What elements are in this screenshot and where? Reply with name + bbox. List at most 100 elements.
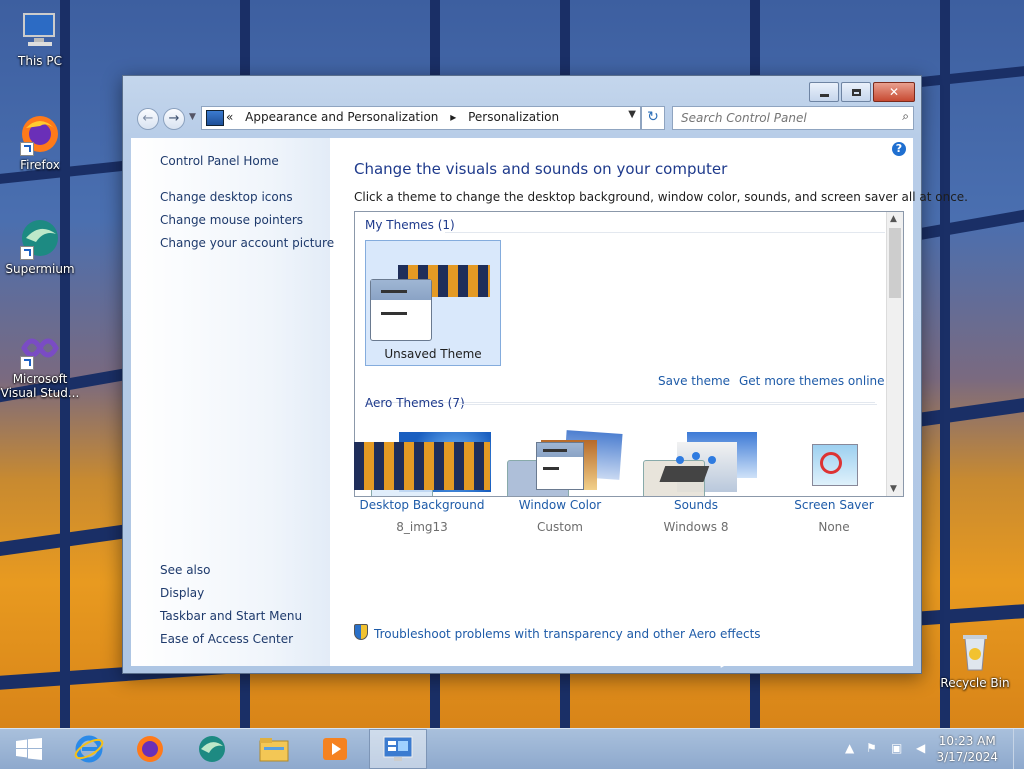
desktop-icon-recycle-bin[interactable]: Recycle Bin (935, 630, 1015, 690)
media-player-icon (323, 738, 347, 760)
breadcrumb-overflow[interactable]: « (226, 110, 233, 124)
shortcut-arrow-icon (20, 246, 34, 260)
refresh-button[interactable]: ↻ (641, 106, 665, 130)
action-center-flag-icon[interactable]: ⚑ (866, 741, 877, 755)
theme-name: Unsaved Theme (384, 347, 482, 361)
taskbar-start-menu-link[interactable]: Taskbar and Start Menu (160, 609, 302, 623)
recent-pages-dropdown[interactable]: ▼ (189, 112, 196, 122)
setting-value: None (818, 520, 850, 534)
control-panel-icon (206, 110, 224, 126)
change-mouse-pointers-link[interactable]: Change mouse pointers (160, 213, 303, 227)
setting-name: Desktop Background (359, 498, 485, 512)
get-more-themes-link[interactable]: Get more themes online (739, 374, 885, 388)
search-input[interactable] (679, 110, 883, 126)
windows-logo-icon (16, 738, 42, 760)
see-also-heading: See also (160, 563, 211, 577)
maximize-icon (851, 88, 861, 96)
setting-name: Sounds (673, 498, 719, 512)
group-divider (459, 404, 877, 405)
breadcrumb-separator-icon[interactable]: ▸ (450, 110, 456, 124)
desktop-background-thumbnail (354, 442, 490, 490)
address-dropdown-icon[interactable]: ▼ (628, 109, 636, 120)
recycle-bin-icon (953, 630, 997, 674)
window-client-area: Control Panel Home Change desktop icons … (131, 138, 968, 666)
refresh-icon: ↻ (647, 109, 659, 125)
search-box: ⌕ (672, 106, 914, 130)
supermium-icon (199, 736, 225, 762)
screen-saver-setting[interactable]: Screen Saver None (764, 442, 904, 534)
desktop-icon-label: Supermium (5, 262, 75, 276)
taskbar: ▲ ⚑ ▣ ◀ 10:23 AM 3/17/2024 (0, 728, 1024, 769)
chevron-down-icon: ▼ (189, 112, 196, 122)
minimize-button[interactable] (809, 82, 839, 102)
breadcrumb-appearance[interactable]: Appearance and Personalization (245, 110, 438, 124)
desktop-icon-supermium[interactable]: Supermium (0, 216, 80, 276)
start-button[interactable] (0, 729, 58, 769)
desktop-icon-label: Microsoft Visual Stud... (0, 372, 80, 400)
change-desktop-icons-link[interactable]: Change desktop icons (160, 190, 293, 204)
breadcrumb-personalization[interactable]: Personalization (468, 110, 559, 124)
search-icon[interactable]: ⌕ (902, 109, 909, 124)
taskbar-supermium[interactable] (183, 729, 241, 769)
clock-time: 10:23 AM (938, 734, 996, 748)
volume-muted-icon[interactable]: ◀ (916, 741, 925, 755)
taskbar-media-player[interactable] (306, 729, 364, 769)
help-icon[interactable]: ? (892, 142, 906, 156)
address-bar[interactable]: « Appearance and Personalization ▸ Perso… (201, 106, 641, 130)
wallpaper-beam (940, 0, 950, 728)
taskbar-firefox[interactable] (121, 729, 179, 769)
show-hidden-icons-button[interactable]: ▲ (845, 741, 854, 755)
network-icon[interactable]: ▣ (891, 741, 902, 755)
change-account-picture-link[interactable]: Change your account picture (160, 236, 334, 250)
aero-themes-heading: Aero Themes (7) (365, 396, 465, 410)
back-button[interactable]: ← (137, 108, 159, 130)
taskbar-file-explorer[interactable] (245, 729, 303, 769)
desktop-icon-firefox[interactable]: Firefox (0, 112, 80, 172)
scroll-up-icon[interactable]: ▲ (890, 214, 897, 224)
group-divider (445, 232, 885, 233)
task-pane: Control Panel Home Change desktop icons … (131, 138, 334, 666)
save-theme-link[interactable]: Save theme (658, 374, 730, 388)
personalization-window: ✕ ← → ▼ « Appearance and Personalization… (122, 75, 968, 674)
close-button[interactable]: ✕ (873, 82, 915, 102)
internet-explorer-icon (74, 735, 104, 763)
ease-of-access-link[interactable]: Ease of Access Center (160, 632, 293, 646)
forward-button[interactable]: → (163, 108, 185, 130)
setting-name: Window Color (518, 498, 602, 512)
screen-saver-icon (786, 442, 882, 490)
troubleshoot-aero-link[interactable]: Troubleshoot problems with transparency … (354, 624, 761, 641)
firefox-icon (18, 112, 62, 156)
firefox-icon (137, 736, 163, 762)
desktop-icon-label: Firefox (20, 158, 60, 172)
taskbar-internet-explorer[interactable] (60, 729, 118, 769)
setting-value: Custom (537, 520, 583, 534)
desktop-icon-label: Recycle Bin (940, 676, 1010, 690)
window-color-setting[interactable]: Window Color Custom (490, 442, 630, 534)
forward-arrow-icon: → (168, 111, 180, 126)
supermium-icon (18, 216, 62, 260)
control-panel-home-link[interactable]: Control Panel Home (160, 154, 279, 168)
page-title: Change the visuals and sounds on your co… (354, 160, 728, 178)
navigation-bar: ← → ▼ « Appearance and Personalization ▸… (131, 106, 914, 132)
display-link[interactable]: Display (160, 586, 204, 600)
sounds-setting[interactable]: Sounds Windows 8 (626, 442, 766, 534)
desktop-icon-visual-studio[interactable]: Microsoft Visual Stud... (0, 326, 80, 400)
shortcut-arrow-icon (20, 356, 34, 370)
back-arrow-icon: ← (142, 111, 154, 126)
minimize-icon (819, 93, 829, 97)
computer-icon (18, 8, 62, 52)
scroll-thumb[interactable] (889, 228, 901, 298)
desktop-background-setting[interactable]: Desktop Background 8_img13 (352, 442, 492, 534)
shield-icon (354, 624, 368, 640)
visual-studio-icon (18, 326, 62, 370)
shortcut-arrow-icon (20, 142, 34, 156)
clock[interactable]: 10:23 AM 3/17/2024 (936, 733, 998, 765)
setting-value: 8_img13 (396, 520, 448, 534)
desktop-icon-this-pc[interactable]: This PC (0, 8, 80, 68)
theme-unsaved[interactable]: Unsaved Theme (365, 240, 501, 366)
show-desktop-button[interactable] (1013, 729, 1024, 769)
my-themes-heading: My Themes (1) (365, 218, 455, 232)
maximize-button[interactable] (841, 82, 871, 102)
desktop-icon-label: This PC (18, 54, 62, 68)
taskbar-control-panel[interactable] (369, 729, 427, 769)
